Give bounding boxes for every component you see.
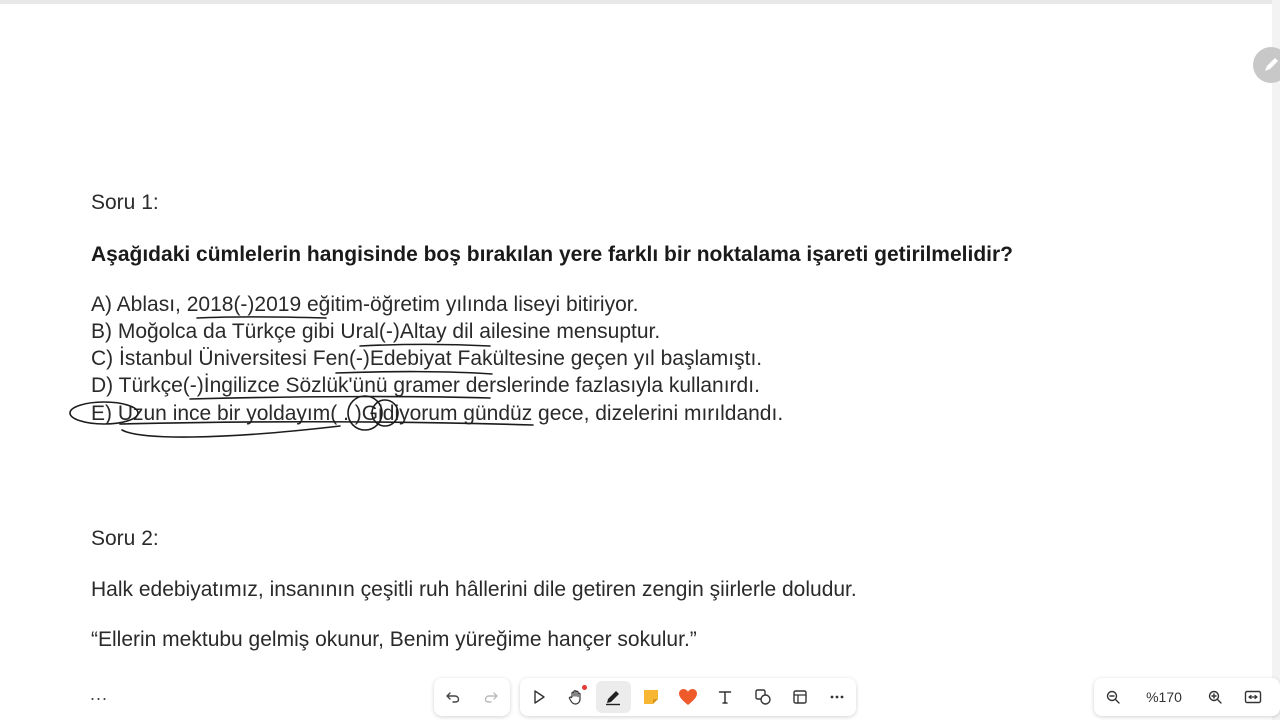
option-c-right: Edebiyat xyxy=(369,347,452,370)
zoom-out-button[interactable] xyxy=(1095,681,1131,713)
text-icon xyxy=(719,691,732,704)
option-b-right: Altay xyxy=(399,320,447,343)
question-2-quote: “Ellerin mektubu gelmiş okunur, Benim yü… xyxy=(91,628,697,651)
hand-tool-button[interactable] xyxy=(558,681,593,713)
option-e-right: Gidiyorum xyxy=(361,402,458,425)
zoom-in-icon xyxy=(1208,690,1222,704)
ink-underline-a xyxy=(196,316,327,319)
pointer-icon xyxy=(533,690,545,704)
hand-icon xyxy=(568,690,581,705)
option-a-left: 2018 xyxy=(186,293,234,316)
select-tool-button[interactable] xyxy=(521,681,556,713)
option-e-blank: ( . ) xyxy=(330,402,362,425)
option-a: A) Ablası, 2018(-)2019 eğitim-öğretim yı… xyxy=(91,293,638,317)
redo-button[interactable] xyxy=(473,681,509,713)
option-c: C) İstanbul Üniversitesi Fen(-)Edebiyat … xyxy=(91,347,762,371)
option-c-prefix: C) İstanbul Üniversitesi xyxy=(91,347,313,370)
option-a-suffix: eğitim-öğretim yılında liseyi bitiriyor. xyxy=(301,293,639,316)
more-icon xyxy=(830,695,844,699)
zoom-level[interactable]: %170 xyxy=(1132,689,1196,705)
option-b-prefix: B) Moğolca da Türkçe gibi xyxy=(91,320,341,343)
option-a-right: 2019 xyxy=(254,293,302,316)
option-a-prefix: A) Ablası, xyxy=(91,293,187,316)
heart-icon xyxy=(678,689,697,705)
undo-button[interactable] xyxy=(435,681,471,713)
frame-tool-button[interactable] xyxy=(782,681,817,713)
text-tool-button[interactable] xyxy=(708,681,743,713)
option-d-prefix: D) Türkçe xyxy=(91,374,183,397)
record-indicator xyxy=(581,685,587,690)
shapes-tool-button[interactable] xyxy=(745,681,780,713)
option-b: B) Moğolca da Türkçe gibi Ural(-)Altay d… xyxy=(91,320,660,344)
more-tools-button[interactable] xyxy=(820,681,855,713)
option-b-left: Ural xyxy=(340,320,379,343)
option-d-suffix: Sözlük'ünü gramer derslerinde fazlasıyla… xyxy=(279,374,760,397)
more-menu[interactable]: ... xyxy=(90,684,108,705)
undo-icon xyxy=(446,692,460,703)
zoom-out-icon xyxy=(1106,690,1120,704)
pen-icon xyxy=(606,691,621,706)
question-1-prompt: Aşağıdaki cümlelerin hangisinde boş bıra… xyxy=(91,243,1013,266)
whiteboard-canvas[interactable]: Soru 1: Aşağıdaki cümlelerin hangisinde … xyxy=(0,0,1280,720)
option-c-blank: (-) xyxy=(348,347,370,370)
option-d-blank: (-) xyxy=(182,374,204,397)
option-c-left: Fen xyxy=(312,347,349,370)
question-1-title: Soru 1: xyxy=(91,191,159,214)
option-d: D) Türkçe(-)İngilizce Sözlük'ünü gramer … xyxy=(91,374,760,398)
question-2-title: Soru 2: xyxy=(91,527,159,550)
ink-underline-e-lower xyxy=(121,425,341,438)
undo-redo-group xyxy=(434,678,510,716)
fit-screen-icon xyxy=(1244,690,1262,704)
pen-tool-button[interactable] xyxy=(595,681,631,713)
zoom-group: %170 xyxy=(1094,678,1280,716)
fit-screen-button[interactable] xyxy=(1235,681,1271,713)
option-c-suffix: Fakültesine geçen yıl başlamıştı. xyxy=(451,347,763,370)
option-a-blank: (-) xyxy=(233,293,255,316)
option-e-prefix: E) Uzun ince bir yoldayım xyxy=(91,402,331,425)
option-b-suffix: dil ailesine mensuptur. xyxy=(446,320,661,343)
option-b-blank: (-) xyxy=(378,320,400,343)
frame-icon xyxy=(793,690,807,704)
sticky-note-icon xyxy=(643,690,658,704)
zoom-in-button[interactable] xyxy=(1197,681,1233,713)
drawing-tools-group xyxy=(520,678,856,716)
option-d-right: İngilizce xyxy=(203,374,280,397)
shapes-icon xyxy=(754,689,771,705)
reaction-button[interactable] xyxy=(670,681,705,713)
redo-icon xyxy=(484,692,498,703)
sticky-note-button[interactable] xyxy=(633,681,668,713)
ink-underline-b xyxy=(359,343,491,347)
question-2-text: Halk edebiyatımız, insanının çeşitli ruh… xyxy=(91,578,857,601)
option-e-suffix: gündüz gece, dizelerini mırıldandı. xyxy=(457,402,784,425)
option-e: E) Uzun ince bir yoldayım( . )Gidiyorum … xyxy=(91,402,783,426)
